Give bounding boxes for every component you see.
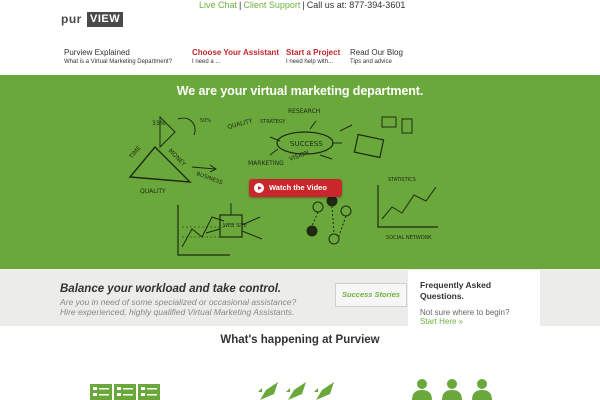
sketch-label-money: MONEY xyxy=(167,147,188,168)
top-contact-bar: Live Chat | Client Support | Call us at: 877… xyxy=(199,0,405,10)
nav-item-title: Purview Explained xyxy=(64,48,130,57)
nav-item-purview-explained[interactable]: Purview Explained What is a Virtual Mark… xyxy=(64,48,172,67)
client-support-link[interactable]: Client Support xyxy=(243,0,300,10)
nav-item-subtitle: What is a Virtual Marketing Department? xyxy=(64,59,172,65)
phone-number: Call us at: 877-394-3601 xyxy=(306,0,406,10)
sketch-label-time: TIME xyxy=(128,145,143,161)
nav-item-subtitle: I need help with... xyxy=(286,59,334,65)
play-icon xyxy=(254,183,264,193)
sketch-label-statistics: STATISTICS xyxy=(388,177,416,183)
workload-headline: Balance your workload and take control. xyxy=(60,283,282,295)
sketch-label-50: 50% xyxy=(200,118,211,124)
sketch-label-33: 33% xyxy=(152,120,166,127)
nav-item-title: Choose Your Assistant xyxy=(192,48,279,57)
sketch-label-vision: VISION xyxy=(288,149,310,163)
start-here-link[interactable]: Start Here » xyxy=(420,317,463,327)
nav-item-subtitle: Tips and advice xyxy=(350,59,392,65)
rocket-icon xyxy=(258,382,334,400)
watch-video-button[interactable]: Watch the Video xyxy=(249,179,342,197)
watch-video-label: Watch the Video xyxy=(269,183,327,192)
sketch-label-marketing: MARKETING xyxy=(248,160,284,167)
section-heading: What's happening at Purview xyxy=(220,334,380,346)
hero-banner: We are your virtual marketing department… xyxy=(0,75,600,269)
feature-icons-row xyxy=(0,378,600,400)
logo-text-pur: pur xyxy=(61,12,82,26)
sketch-label-business: BUSINESS xyxy=(195,171,223,186)
faq-title: Frequently Asked Questions. xyxy=(420,280,492,301)
checklist-icon xyxy=(90,384,160,400)
workload-description-line: Hire experienced, highly qualified Virtu… xyxy=(60,307,295,317)
faq-box: Frequently Asked Questions. Not sure whe… xyxy=(408,270,540,326)
sketch-label-strategy: STRATEGY xyxy=(260,119,286,125)
nav-item-subtitle: I need a ... xyxy=(192,59,221,65)
people-icon xyxy=(412,379,492,400)
sketch-label-quality: QUALITY xyxy=(227,117,254,130)
purview-logo[interactable]: pur VIEW xyxy=(59,12,129,27)
workload-description-line: Are you in need of some specialized or o… xyxy=(60,297,297,307)
nav-item-read-blog[interactable]: Read Our Blog Tips and advice xyxy=(350,48,403,67)
sketch-label-success: SUCCESS xyxy=(290,140,323,148)
nav-item-choose-assistant[interactable]: Choose Your Assistant I need a ... xyxy=(192,48,279,67)
live-chat-link[interactable]: Live Chat xyxy=(199,0,237,10)
success-stories-button[interactable]: Success Stories xyxy=(335,283,407,307)
hero-headline: We are your virtual marketing department… xyxy=(176,84,424,98)
sketch-label-research: RESEARCH xyxy=(288,108,320,115)
nav-item-title: Read Our Blog xyxy=(350,48,403,57)
nav-item-start-project[interactable]: Start a Project I need help with... xyxy=(286,48,340,67)
sketch-label-social-network: SOCIAL NETWORK xyxy=(386,235,432,241)
sketch-label-quality-left: QUALITY xyxy=(140,188,166,195)
logo-text-view: VIEW xyxy=(87,12,124,27)
nav-item-title: Start a Project xyxy=(286,48,341,57)
workload-description: Are you in need of some specialized or o… xyxy=(60,297,296,317)
